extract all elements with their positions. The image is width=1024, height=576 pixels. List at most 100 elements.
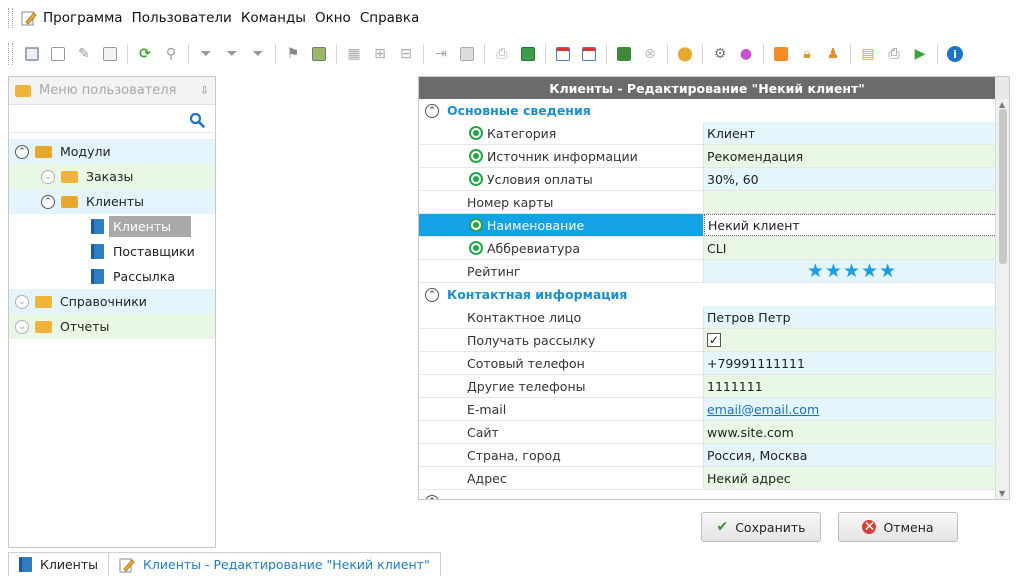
collapse-icon[interactable]: ⌃ (425, 103, 439, 118)
save-button[interactable]: ✔ Сохранить (701, 512, 821, 542)
field-value-email[interactable]: email@email.com (704, 398, 997, 420)
toolbar-grip[interactable] (8, 43, 13, 65)
expand-icon[interactable]: ⌄ (15, 294, 29, 309)
tree-item-clients-folder[interactable]: ⌃ Клиенты (9, 189, 215, 214)
users-icon[interactable]: ♟ (823, 44, 843, 64)
field-row-country-city[interactable]: Страна, город Россия, Москва (419, 444, 997, 467)
refresh-icon[interactable]: ⟳ (135, 44, 155, 64)
insert-column-icon[interactable]: ⇥ (431, 44, 451, 64)
collapse-icon[interactable]: ⊟ (396, 44, 416, 64)
field-row-source[interactable]: Источник информации Рекомендация (419, 145, 997, 168)
field-row-name[interactable]: Наименование Некий клиент (419, 214, 997, 237)
tree-item-suppliers[interactable]: Поставщики (9, 239, 215, 264)
field-row-abbreviation[interactable]: Аббревиатура CLI (419, 237, 997, 260)
field-row-category[interactable]: Категория Клиент (419, 122, 997, 145)
field-value-abbreviation[interactable]: CLI (704, 237, 997, 259)
lock-icon[interactable]: 🔒︎ (797, 44, 817, 64)
field-row-email[interactable]: E-mail email@email.com (419, 398, 997, 421)
tree-item-reports[interactable]: ⌄ Отчеты (9, 314, 215, 339)
filter-clear-icon[interactable]: ⏷ (222, 44, 242, 64)
section-collapsed-partial[interactable]: ⌃ (419, 490, 997, 499)
field-row-rating[interactable]: Рейтинг ★ ★ ★ ★ ★ (419, 260, 997, 283)
color-icon[interactable]: ● (736, 44, 756, 64)
play-icon[interactable]: ▶ (910, 44, 930, 64)
field-value-country-city[interactable]: Россия, Москва (704, 444, 997, 466)
field-row-payment-terms[interactable]: Условия оплаты 30%, 60 (419, 168, 997, 191)
field-row-mailing[interactable]: Получать рассылку ✓ (419, 329, 997, 352)
field-row-card-number[interactable]: Номер карты (419, 191, 997, 214)
collapse-icon[interactable]: ⌃ (41, 194, 55, 209)
expand-icon[interactable]: ⌄ (41, 169, 55, 184)
section-main-info[interactable]: ⌃ Основные сведения (419, 99, 997, 122)
cancel-button[interactable]: ✕ Отмена (838, 512, 958, 542)
flag-icon[interactable]: ⚑ (283, 44, 303, 64)
field-row-contact-person[interactable]: Контактное лицо Петров Петр (419, 306, 997, 329)
search-icon[interactable]: ⚲ (161, 44, 181, 64)
stop-icon[interactable]: ⊗ (640, 44, 660, 64)
field-value-site[interactable]: www.site.com (704, 421, 997, 443)
collapse-icon[interactable]: ⌃ (425, 494, 439, 499)
section-contact-info[interactable]: ⌃ Контактная информация (419, 283, 997, 306)
tab-clients[interactable]: Клиенты (8, 552, 110, 576)
field-value-card-number[interactable] (704, 191, 997, 213)
tree-item-modules[interactable]: ⌃ Модули (9, 139, 215, 164)
star-icon[interactable]: ★ (861, 260, 879, 282)
field-value-rating[interactable]: ★ ★ ★ ★ ★ (704, 260, 997, 282)
menu-program[interactable]: Программа (43, 10, 130, 26)
tree-item-clients[interactable]: Клиенты (9, 214, 215, 239)
star-icon[interactable]: ★ (879, 260, 897, 282)
field-value-address[interactable]: Некий адрес (704, 467, 997, 489)
expand-icon[interactable]: ⌄ (15, 319, 29, 334)
field-value-other-phones[interactable]: 1111111 (704, 375, 997, 397)
note-icon[interactable] (457, 44, 477, 64)
field-row-address[interactable]: Адрес Некий адрес (419, 467, 997, 490)
vertical-scrollbar[interactable]: ▲ ▼ (995, 99, 1009, 499)
info-icon[interactable]: i (945, 44, 965, 64)
tab-client-edit[interactable]: Клиенты - Редактирование "Некий клиент" (109, 552, 441, 576)
edit-icon[interactable]: ✎ (74, 44, 94, 64)
field-row-other-phones[interactable]: Другие телефоны 1111111 (419, 375, 997, 398)
expand-icon[interactable]: ⊞ (370, 44, 390, 64)
excel-icon[interactable] (518, 44, 538, 64)
export-icon[interactable] (100, 44, 120, 64)
email-link[interactable]: email@email.com (707, 402, 819, 417)
close-window-icon[interactable] (579, 44, 599, 64)
field-value-mailing[interactable]: ✓ (704, 329, 997, 351)
copy-icon[interactable] (48, 44, 68, 64)
collapse-icon[interactable]: ⌃ (15, 144, 29, 159)
collapse-icon[interactable]: ⌃ (425, 287, 439, 302)
menu-search-bar[interactable] (11, 107, 213, 133)
star-icon[interactable]: ★ (843, 260, 861, 282)
field-value-category[interactable]: Клиент (704, 122, 997, 144)
menu-grip[interactable] (8, 8, 13, 28)
rss-icon[interactable] (771, 44, 791, 64)
scroll-down-icon[interactable]: ▼ (999, 489, 1005, 498)
save-icon[interactable] (22, 44, 42, 64)
filter-edit-icon[interactable]: ⏷ (248, 44, 268, 64)
field-row-mobile[interactable]: Сотовый телефон +79991111111 (419, 352, 997, 375)
field-value-payment-terms[interactable]: 30%, 60 (704, 168, 997, 190)
grid-icon[interactable]: ▦ (344, 44, 364, 64)
image-icon[interactable] (309, 44, 329, 64)
field-value-name[interactable]: Некий клиент (704, 214, 997, 236)
add-window-icon[interactable] (553, 44, 573, 64)
field-value-mobile[interactable]: +79991111111 (704, 352, 997, 374)
print-preview-icon[interactable]: ⎙ (492, 44, 512, 64)
scroll-up-icon[interactable]: ▲ (999, 100, 1005, 109)
field-value-contact-person[interactable]: Петров Петр (704, 306, 997, 328)
search-icon[interactable] (189, 112, 205, 128)
menu-commands[interactable]: Команды (241, 10, 313, 26)
exit-icon[interactable] (614, 44, 634, 64)
menu-help[interactable]: Справка (360, 10, 426, 26)
table-icon[interactable]: ▤ (858, 44, 878, 64)
pin-icon[interactable]: ⇩ (200, 84, 209, 97)
filter-icon[interactable]: ⏷ (196, 44, 216, 64)
settings-icon[interactable]: ⚙ (710, 44, 730, 64)
tree-item-references[interactable]: ⌄ Справочники (9, 289, 215, 314)
star-icon[interactable]: ★ (807, 260, 825, 282)
field-value-source[interactable]: Рекомендация (704, 145, 997, 167)
menu-users[interactable]: Пользователи (132, 10, 239, 26)
subscribe-checkbox[interactable]: ✓ (707, 333, 721, 347)
tree-item-mailing[interactable]: Рассылка (9, 264, 215, 289)
scrollbar-thumb[interactable] (999, 109, 1007, 264)
